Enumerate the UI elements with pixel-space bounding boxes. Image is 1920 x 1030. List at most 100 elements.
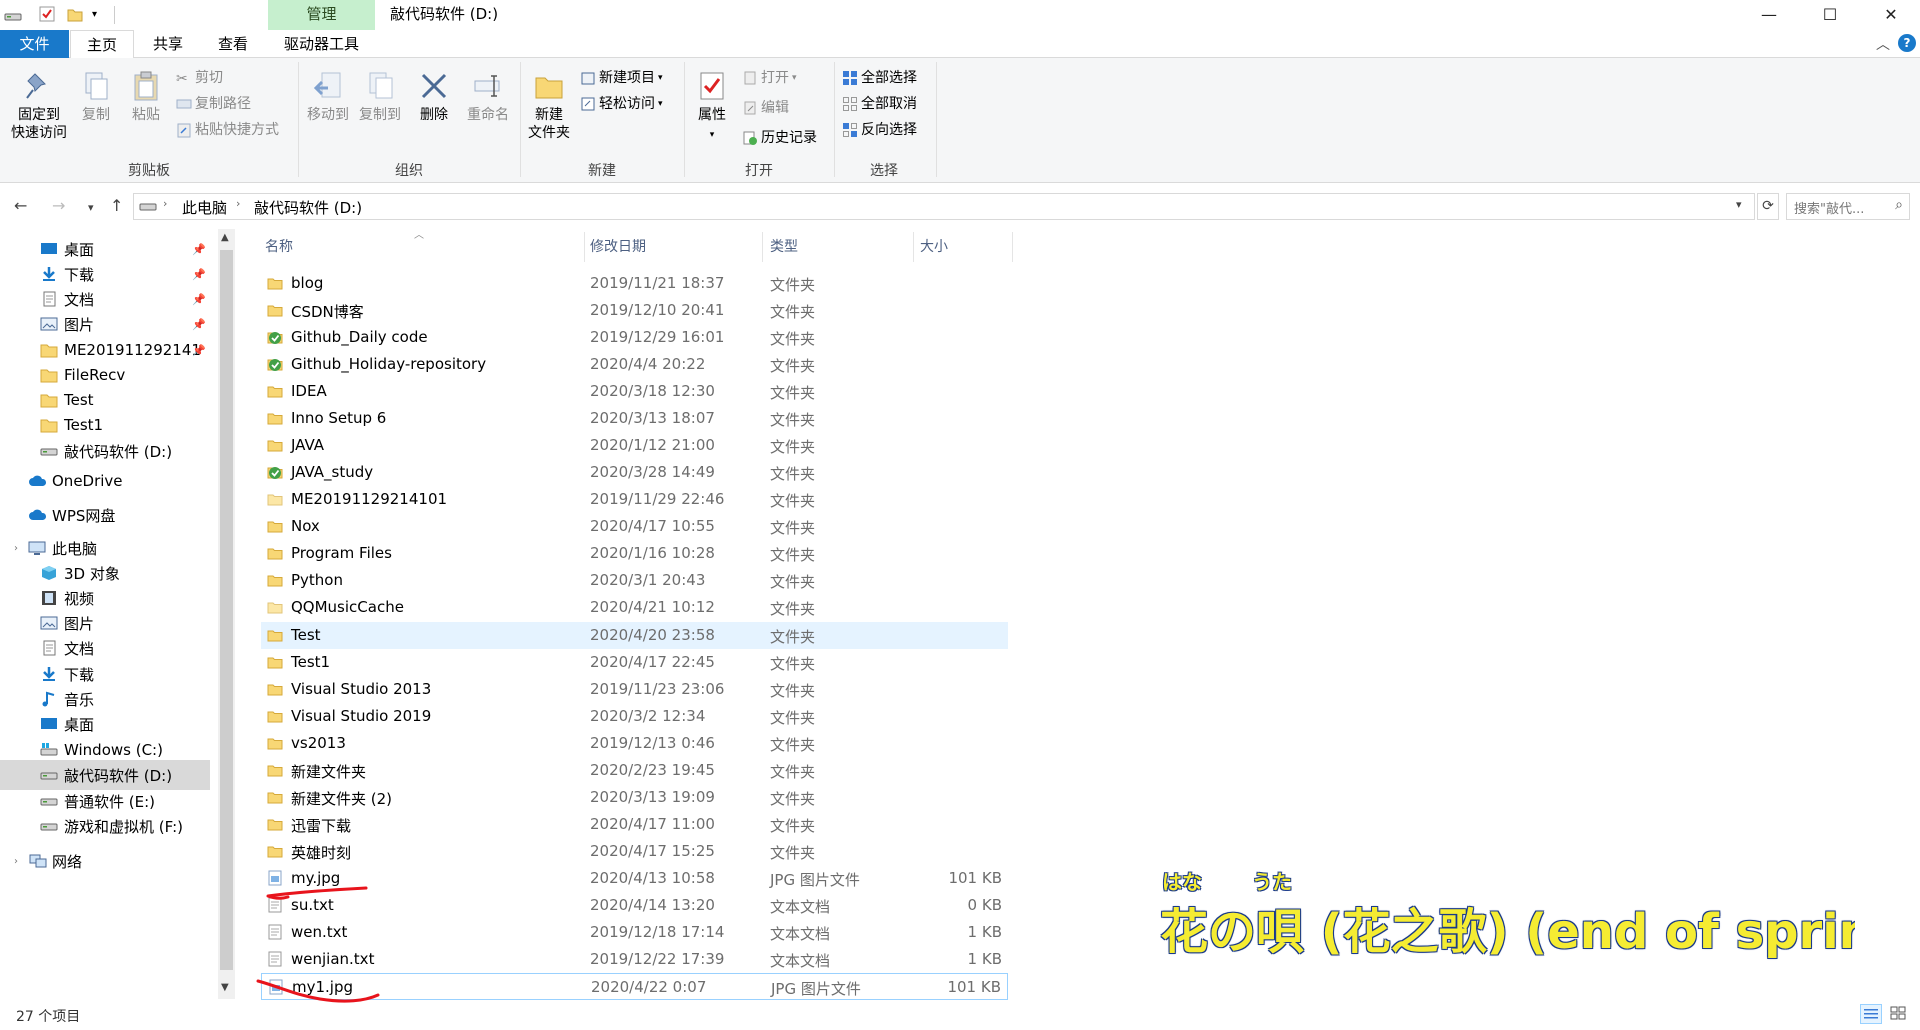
address-dropdown-icon[interactable]: ▾ <box>1736 198 1742 211</box>
folder-icon <box>267 302 283 318</box>
breadcrumb-drive-d[interactable]: 敲代码软件 (D:) <box>254 197 362 218</box>
column-separator[interactable] <box>913 232 914 262</box>
file-row[interactable]: ME20191129214101 2019/11/29 22:46 文件夹 <box>261 486 1008 513</box>
file-row[interactable]: JAVA 2020/1/12 21:00 文件夹 <box>261 432 1008 459</box>
nav-scrollbar-thumb[interactable] <box>220 250 233 970</box>
file-row[interactable]: Visual Studio 2019 2020/3/2 12:34 文件夹 <box>261 703 1008 730</box>
address-bar[interactable] <box>133 193 1755 220</box>
search-input[interactable]: 搜索"敲代... ⌕ <box>1786 193 1910 220</box>
column-separator[interactable] <box>762 232 763 262</box>
customize-qat-icon[interactable]: ▾ <box>92 9 112 29</box>
tab-share[interactable]: 共享 <box>138 30 198 58</box>
file-row[interactable]: JAVA_study 2020/3/28 14:49 文件夹 <box>261 459 1008 486</box>
organize-group-label: 组织 <box>395 163 423 179</box>
file-row[interactable]: Github_Daily code 2019/12/29 16:01 文件夹 <box>261 324 1008 351</box>
nav-item[interactable]: OneDrive <box>0 466 210 496</box>
properties-button[interactable]: 属性 ▾ <box>690 70 734 144</box>
copy-path-button[interactable]: 复制路径 <box>176 93 251 115</box>
column-header-name[interactable]: 名称 <box>265 232 580 262</box>
rename-button[interactable]: 重命名 <box>462 70 514 124</box>
file-row[interactable]: wen.txt 2019/12/18 17:14 文本文档 1 KB <box>261 919 1008 946</box>
file-row[interactable]: Test1 2020/4/17 22:45 文件夹 <box>261 649 1008 676</box>
easy-access-button[interactable]: 轻松访问 ▾ <box>580 93 663 115</box>
minimize-button[interactable]: — <box>1746 0 1792 30</box>
tab-view[interactable]: 查看 <box>204 30 262 58</box>
close-button[interactable]: ✕ <box>1868 0 1914 30</box>
rename-label: 重命名 <box>467 107 509 123</box>
column-separator[interactable] <box>1012 232 1013 262</box>
file-row[interactable]: IDEA 2020/3/18 12:30 文件夹 <box>261 378 1008 405</box>
file-row[interactable]: 新建文件夹 (2) 2020/3/13 19:09 文件夹 <box>261 784 1008 811</box>
file-row[interactable]: blog 2019/11/21 18:37 文件夹 <box>261 270 1008 297</box>
file-row[interactable]: vs2013 2019/12/13 0:46 文件夹 <box>261 730 1008 757</box>
file-row[interactable]: Test 2020/4/20 23:58 文件夹 <box>261 621 1008 649</box>
manage-context-tab[interactable]: 管理 <box>268 0 375 30</box>
open-button[interactable]: 打开 ▾ <box>742 67 797 89</box>
file-row[interactable]: Program Files 2020/1/16 10:28 文件夹 <box>261 540 1008 567</box>
file-row[interactable]: QQMusicCache 2020/4/21 10:12 文件夹 <box>261 594 1008 621</box>
folder-icon <box>267 275 283 291</box>
cut-button[interactable]: ✂ 剪切 <box>176 67 223 89</box>
file-row[interactable]: Python 2020/3/1 20:43 文件夹 <box>261 567 1008 594</box>
edit-button[interactable]: 编辑 <box>742 97 789 119</box>
file-row[interactable]: Nox 2020/4/17 10:55 文件夹 <box>261 513 1008 540</box>
collapse-ribbon-icon[interactable]: ︿ <box>1876 34 1890 54</box>
scroll-up-icon[interactable]: ▲ <box>221 232 229 243</box>
file-date: 2020/4/4 20:22 <box>590 355 706 374</box>
tab-drive-tools[interactable]: 驱动器工具 <box>268 30 375 58</box>
column-header-type[interactable]: 类型 <box>770 232 910 262</box>
large-icons-view-button[interactable] <box>1888 1004 1910 1024</box>
breadcrumb-chevron-icon[interactable]: › <box>163 197 167 210</box>
tab-file[interactable]: 文件 <box>0 30 69 58</box>
nav-item[interactable]: › 网络 <box>0 846 210 876</box>
file-row[interactable]: 英雄时刻 2020/4/17 15:25 文件夹 <box>261 838 1008 865</box>
forward-arrow-icon[interactable]: → <box>52 196 65 215</box>
breadcrumb-this-pc[interactable]: 此电脑 <box>182 197 227 218</box>
file-row[interactable]: 迅雷下载 2020/4/17 11:00 文件夹 <box>261 811 1008 838</box>
column-header-size[interactable]: 大小 <box>920 232 1010 262</box>
maximize-button[interactable]: ☐ <box>1807 0 1853 30</box>
breadcrumb-chevron-icon[interactable]: › <box>236 197 240 210</box>
expand-chevron-icon[interactable]: › <box>14 856 18 867</box>
new-folder-button[interactable]: 新建 文件夹 <box>524 70 574 142</box>
details-view-button[interactable] <box>1860 1004 1882 1024</box>
copy-to-button[interactable]: 复制到 <box>356 70 404 124</box>
invert-selection-button[interactable]: 反向选择 <box>842 119 917 141</box>
new-item-button[interactable]: 新建项目 ▾ <box>580 67 663 89</box>
properties-check-icon[interactable] <box>38 5 58 25</box>
column-separator[interactable] <box>584 232 585 262</box>
nav-item[interactable]: 敲代码软件 (D:) <box>0 436 210 466</box>
file-row[interactable]: Visual Studio 2013 2019/11/23 23:06 文件夹 <box>261 676 1008 703</box>
delete-button[interactable]: 删除 <box>414 70 454 124</box>
tab-home[interactable]: 主页 <box>70 30 134 59</box>
refresh-icon[interactable]: ⟳ <box>1757 193 1779 220</box>
help-icon[interactable]: ? <box>1898 34 1916 52</box>
file-row[interactable]: CSDN博客 2019/12/10 20:41 文件夹 <box>261 297 1008 324</box>
copy-button[interactable]: 复制 <box>76 70 116 124</box>
file-name: JAVA <box>291 436 325 455</box>
up-arrow-icon[interactable]: ↑ <box>110 196 123 215</box>
file-row[interactable]: Inno Setup 6 2020/3/13 18:07 文件夹 <box>261 405 1008 432</box>
move-to-button[interactable]: 移动到 <box>304 70 352 124</box>
select-all-button[interactable]: 全部选择 <box>842 67 917 89</box>
nav-item[interactable]: 游戏和虚拟机 (F:) <box>0 811 210 841</box>
file-row[interactable]: Github_Holiday-repository 2020/4/4 20:22 文… <box>261 351 1008 378</box>
scroll-down-icon[interactable]: ▼ <box>221 982 229 993</box>
expand-chevron-icon[interactable]: › <box>14 543 18 554</box>
recent-locations-icon[interactable]: ▾ <box>88 201 94 214</box>
drive-icon[interactable] <box>4 5 24 25</box>
pin-quick-access-button[interactable]: 固定到 快速访问 <box>6 70 72 142</box>
file-row[interactable]: wenjian.txt 2019/12/22 17:39 文本文档 1 KB <box>261 946 1008 973</box>
back-arrow-icon[interactable]: ← <box>14 196 27 215</box>
paste-button[interactable]: 粘贴 <box>126 70 166 124</box>
file-name: QQMusicCache <box>291 598 404 617</box>
search-icon: ⌕ <box>1895 197 1903 213</box>
nav-item[interactable]: WPS网盘 <box>0 500 210 530</box>
new-folder-qat-icon[interactable] <box>66 5 86 25</box>
file-row[interactable]: 新建文件夹 2020/2/23 19:45 文件夹 <box>261 757 1008 784</box>
history-button[interactable]: 历史记录 <box>742 127 817 149</box>
column-header-date[interactable]: 修改日期 <box>590 232 760 262</box>
drive-icon <box>40 443 58 459</box>
select-none-button[interactable]: 全部取消 <box>842 93 917 115</box>
paste-shortcut-button[interactable]: 粘贴快捷方式 <box>176 119 279 141</box>
